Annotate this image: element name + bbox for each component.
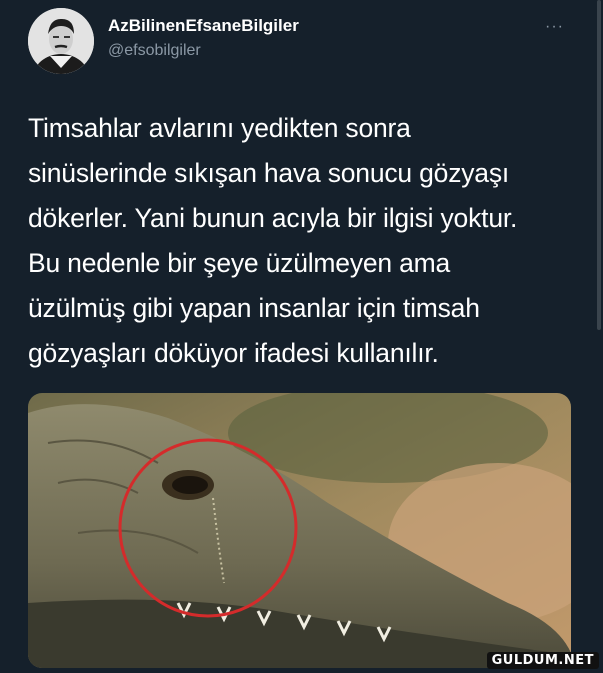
user-display-name[interactable]: AzBilinenEfsaneBilgiler — [108, 16, 299, 36]
user-handle[interactable]: @efsobilgiler — [108, 42, 201, 60]
crocodile-photo — [28, 393, 571, 668]
tweet-media-image[interactable] — [28, 393, 571, 668]
portrait-avatar-icon — [28, 8, 94, 74]
user-avatar[interactable] — [28, 8, 94, 74]
scrollbar[interactable] — [597, 0, 601, 330]
tweet-card: AzBilinenEfsaneBilgiler @efsobilgiler ··… — [0, 0, 603, 673]
watermark-label: GULDUM.NET — [486, 652, 599, 669]
tweet-text: Timsahlar avlarını yedikten sonra sinüsl… — [28, 113, 518, 368]
more-options-icon[interactable]: ··· — [545, 18, 564, 36]
